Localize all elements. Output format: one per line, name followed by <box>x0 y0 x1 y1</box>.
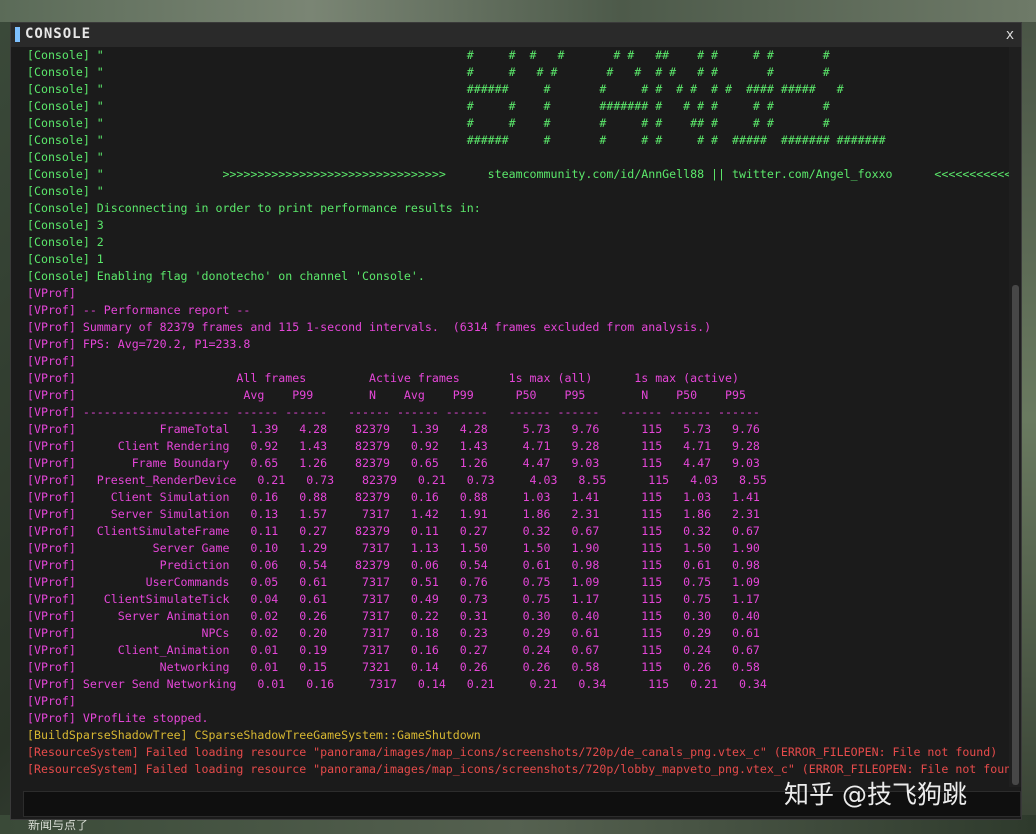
log-line: [VProf] Frame Boundary 0.65 1.26 82379 0… <box>27 456 760 470</box>
log-line: [VProf] All frames Active frames 1s max … <box>27 371 739 385</box>
log-line: [Console] " # # # # # # # # # # # # <box>27 65 830 79</box>
log-line: [VProf] Client Rendering 0.92 1.43 82379… <box>27 439 760 453</box>
console-log[interactable]: [Console] " # # # # # # ## # # # # # [Con… <box>23 47 1009 787</box>
log-line: [VProf] Server Animation 0.02 0.26 7317 … <box>27 609 760 623</box>
console-window: CONSOLE x [Console] " # # # # # # ## # #… <box>10 22 1022 820</box>
log-line: [Console] " # # # ####### # # # # # # # <box>27 99 830 113</box>
console-title: CONSOLE <box>25 26 92 42</box>
log-line: [Console] 1 <box>27 252 104 266</box>
log-line: [VProf] Client Simulation 0.16 0.88 8237… <box>27 490 760 504</box>
log-line: [VProf] Server Send Networking 0.01 0.16… <box>27 677 767 691</box>
log-line: [Console] " <box>27 150 104 164</box>
log-line: [VProf] Client_Animation 0.01 0.19 7317 … <box>27 643 760 657</box>
log-line: [VProf] <box>27 354 76 368</box>
log-line: [VProf] <box>27 286 76 300</box>
log-line: [VProf] Server Game 0.10 1.29 7317 1.13 … <box>27 541 760 555</box>
log-line: [VProf] <box>27 694 76 708</box>
log-line: [VProf] ClientSimulateTick 0.04 0.61 731… <box>27 592 760 606</box>
log-line: [VProf] Avg P99 N Avg P99 P50 P95 N P50 … <box>27 388 746 402</box>
log-line: [VProf] Server Simulation 0.13 1.57 7317… <box>27 507 760 521</box>
log-line: [BuildSparseShadowTree] CSparseShadowTre… <box>27 728 481 742</box>
log-line: [VProf] FPS: Avg=720.2, P1=233.8 <box>27 337 251 351</box>
log-line: [Console] " ###### # # # # # # ##### ###… <box>27 133 886 147</box>
log-line: [VProf] --------------------- ------ ---… <box>27 405 760 419</box>
log-line: [Console] 2 <box>27 235 104 249</box>
log-line: [VProf] FrameTotal 1.39 4.28 82379 1.39 … <box>27 422 760 436</box>
close-button[interactable]: x <box>1001 25 1019 45</box>
log-line: [Console] " >>>>>>>>>>>>>>>>>>>>>>>>>>>>… <box>27 167 1009 181</box>
log-line: [VProf] ClientSimulateFrame 0.11 0.27 82… <box>27 524 760 538</box>
log-line: [Console] " ###### # # # # # # # # #### … <box>27 82 844 96</box>
log-line: [VProf] Networking 0.01 0.15 7321 0.14 0… <box>27 660 760 674</box>
log-line: [VProf] Summary of 82379 frames and 115 … <box>27 320 712 334</box>
log-line: [Console] " # # # # # # ## # # # # # <box>27 48 830 62</box>
scrollbar-thumb[interactable] <box>1012 285 1019 785</box>
log-line: [Console] 3 <box>27 218 104 232</box>
log-line: [VProf] NPCs 0.02 0.20 7317 0.18 0.23 0.… <box>27 626 760 640</box>
log-line: [Console] " # # # # # # ## # # # # <box>27 116 830 130</box>
log-line: [VProf] Prediction 0.06 0.54 82379 0.06 … <box>27 558 760 572</box>
console-logo-icon <box>15 27 20 42</box>
background-right <box>1022 22 1036 815</box>
watermark-text: 知乎 @技飞狗跳 <box>784 780 967 809</box>
log-line: [VProf] UserCommands 0.05 0.61 7317 0.51… <box>27 575 760 589</box>
log-line: [VProf] -- Performance report -- <box>27 303 251 317</box>
console-titlebar[interactable]: CONSOLE x <box>11 23 1021 47</box>
log-line: [Console] Disconnecting in order to prin… <box>27 201 481 215</box>
log-line: [VProf] Present_RenderDevice 0.21 0.73 8… <box>27 473 767 487</box>
log-line: [VProf] VProfLite stopped. <box>27 711 209 725</box>
log-line: [Console] Enabling flag 'donotecho' on c… <box>27 269 425 283</box>
log-line: [Console] " <box>27 184 104 198</box>
log-line: [ResourceSystem] Failed loading resource… <box>27 745 998 759</box>
background-top <box>0 0 1036 22</box>
